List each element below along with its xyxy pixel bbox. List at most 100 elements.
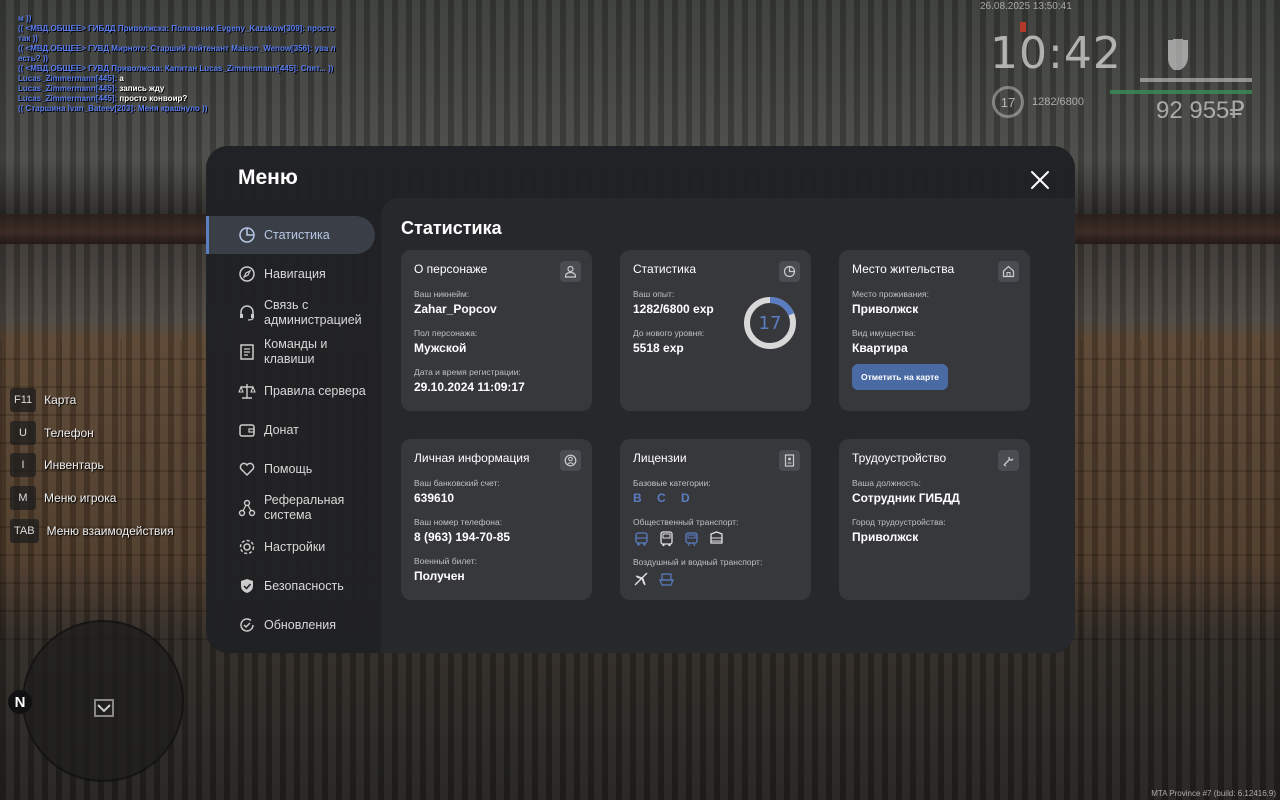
nav-item-referral[interactable]: Реферальная система xyxy=(206,489,375,527)
hud-exp: 1282/6800 xyxy=(1032,96,1084,108)
hud-clock: 10:42 xyxy=(990,28,1122,79)
nav-label: Настройки xyxy=(264,539,326,554)
hud-money: 92 955₽ xyxy=(1156,97,1245,124)
chat-line: Lucas_Zimmermann[445]: запись жду xyxy=(18,84,338,94)
menu-modal: Меню Статистика Навигация Связь с админи… xyxy=(206,146,1075,653)
keybind-key: I xyxy=(10,453,36,478)
nav-item-updates[interactable]: Обновления xyxy=(206,606,375,644)
tram-icon xyxy=(685,532,698,547)
field-label: Пол персонажа: xyxy=(414,328,478,338)
registration-value: 29.10.2024 11:09:17 xyxy=(414,380,525,394)
keybind-row: U Телефон xyxy=(10,420,174,445)
nav-item-navigation[interactable]: Навигация xyxy=(206,255,375,293)
fist-icon xyxy=(1168,39,1188,70)
menu-title: Меню xyxy=(238,166,298,189)
nav-item-commands[interactable]: Команды и клавиши xyxy=(206,333,375,371)
nav-label: Навигация xyxy=(264,266,326,281)
chat-sender: Lucas_Zimmermann[445]: xyxy=(18,74,118,83)
residence-value: Приволжск xyxy=(852,302,919,316)
property-type-value: Квартира xyxy=(852,341,908,355)
field-label: Ваш банковский счет: xyxy=(414,478,500,488)
nav-label: Донат xyxy=(264,422,299,437)
nav-item-support[interactable]: Связь с администрацией xyxy=(206,294,375,332)
nickname-value: Zahar_Popcov xyxy=(414,302,497,316)
close-icon[interactable] xyxy=(1028,168,1052,192)
keybind-row: M Меню игрока xyxy=(10,486,174,511)
bank-account-value: 639610 xyxy=(414,491,455,505)
nav-item-rules[interactable]: Правила сервера xyxy=(206,372,375,410)
nav-item-help[interactable]: Помощь xyxy=(206,450,375,488)
build-info: MTA Province #7 (build: 6.12416.9) xyxy=(1151,789,1276,798)
nav-label: Безопасность xyxy=(264,578,344,593)
field-label: Ваш номер телефона: xyxy=(414,517,503,527)
card-job: Трудоустройство Ваша должность: Сотрудни… xyxy=(839,439,1030,600)
chat-sender: Lucas_Zimmermann[445]: xyxy=(18,84,118,93)
gender-value: Мужской xyxy=(414,341,467,355)
gear-icon xyxy=(239,539,255,555)
referral-icon xyxy=(238,499,256,517)
field-label: Ваша должность: xyxy=(852,478,921,488)
coach-icon xyxy=(660,531,673,547)
level-progress-ring: 17 xyxy=(744,297,796,349)
field-label: Дата и время регистрации: xyxy=(414,367,521,377)
boat-icon xyxy=(659,573,674,586)
pie-chart-icon xyxy=(239,227,255,243)
heart-hand-icon xyxy=(239,462,255,477)
chat-line: (( <МВД.ОБЩЕЕ> ГУВД Приволжска: Капитан … xyxy=(18,64,334,73)
chat-message: просто конвоир? xyxy=(117,94,188,103)
tools-icon xyxy=(998,450,1019,471)
mark-on-map-button[interactable]: Отметить на карте xyxy=(852,364,948,390)
keybind-label: Телефон xyxy=(44,425,94,440)
nav-label: Помощь xyxy=(264,461,313,476)
compass-icon xyxy=(239,266,255,282)
nav-item-statistics[interactable]: Статистика xyxy=(206,216,375,254)
military-id-value: Получен xyxy=(414,569,465,583)
nav-item-security[interactable]: Безопасность xyxy=(206,567,375,605)
nav-label: Реферальная система xyxy=(264,493,345,522)
keybind-hints: F11 Карта U Телефон I Инвентарь M Меню игрок… xyxy=(10,388,174,551)
headset-icon xyxy=(240,305,254,321)
nav-item-settings[interactable]: Настройки xyxy=(206,528,375,566)
chat-log: м )) (( <МВД.ОБЩЕЕ> ГИБДД Приволжска: По… xyxy=(18,14,338,114)
keybind-key: TAB xyxy=(10,518,39,543)
scales-icon xyxy=(238,384,256,399)
card-title: Статистика xyxy=(633,262,697,276)
keybind-label: Меню игрока xyxy=(44,491,117,506)
user-circle-icon xyxy=(560,450,581,471)
keybind-key: U xyxy=(10,420,36,445)
keybind-row: TAB Меню взаимодействия xyxy=(10,518,174,543)
hud-level: 17 xyxy=(992,86,1024,118)
chat-line: (( <МВД.ОБЩЕЕ> ГИБДД Приволжска: Полковн… xyxy=(18,24,335,43)
hud-armor-bar xyxy=(1110,90,1252,94)
user-icon xyxy=(560,261,581,282)
content-title: Статистика xyxy=(401,218,502,238)
nav-label: Связь с администрацией xyxy=(264,298,362,327)
card-title: Лицензии xyxy=(633,451,687,465)
nav-label: Обновления xyxy=(264,617,336,632)
chat-line: Lucas_Zimmermann[445]: просто конвоир? xyxy=(18,94,338,104)
field-label: Общественный транспорт: xyxy=(633,517,739,527)
keybind-key: M xyxy=(10,486,36,511)
card-stats: Статистика Ваш опыт: 1282/6800 exp До но… xyxy=(620,250,811,411)
field-label: Вид имущества: xyxy=(852,328,916,338)
nav-item-donate[interactable]: Донат xyxy=(206,411,375,449)
position-value: Сотрудник ГИБДД xyxy=(852,491,960,505)
home-icon xyxy=(998,261,1019,282)
card-title: Личная информация xyxy=(414,451,530,465)
wallet-icon xyxy=(239,424,255,437)
air-water-icons xyxy=(633,571,798,587)
card-title: Место жительства xyxy=(852,262,955,276)
chat-line: (( Старшина Ivan_Bateev[203]: Меня крашн… xyxy=(18,104,208,113)
shield-icon xyxy=(241,579,253,593)
keybind-row: I Инвентарь xyxy=(10,453,174,478)
field-label: Воздушный и водный транспорт: xyxy=(633,557,763,567)
trolley-icon xyxy=(710,531,723,544)
chat-sender: Lucas_Zimmermann[445]: xyxy=(18,94,118,103)
chat-line: м )) xyxy=(18,14,32,23)
hud-health-bar xyxy=(1140,78,1252,82)
card-personal: Личная информация Ваш банковский счет: 6… xyxy=(401,439,592,600)
field-label: Ваш никнейм: xyxy=(414,289,470,299)
document-icon xyxy=(240,344,254,360)
license-icon xyxy=(779,450,800,471)
refresh-check-icon xyxy=(240,618,254,632)
